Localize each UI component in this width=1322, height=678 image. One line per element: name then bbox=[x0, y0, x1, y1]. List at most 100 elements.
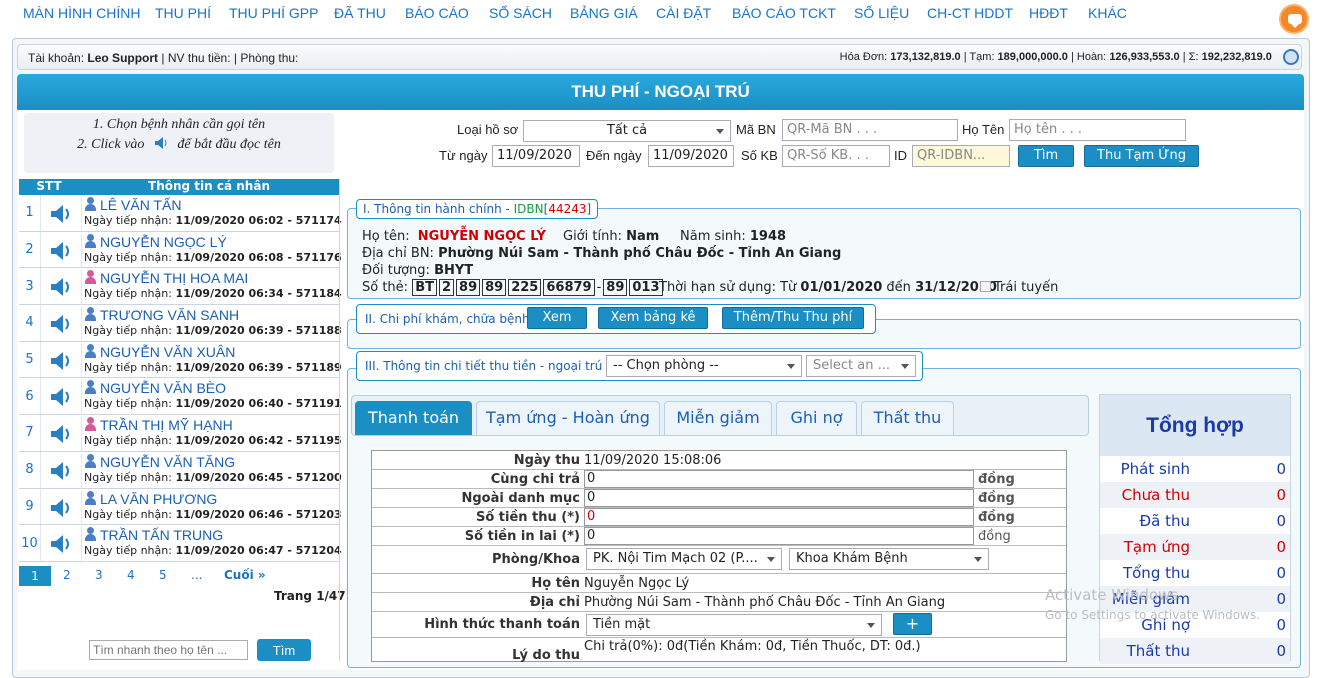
page-1[interactable]: 1 bbox=[19, 566, 51, 586]
reason-value[interactable]: Chi trả(0%): 0đ(Tiền Khám: 0đ, Tiền Thuố… bbox=[584, 639, 921, 654]
card-part: 225 bbox=[508, 279, 542, 296]
record-type-select[interactable]: Tất cả bbox=[523, 120, 731, 142]
nav-item-bao-cao-tckt[interactable]: BÁO CÁO TCKT bbox=[732, 5, 836, 21]
room-dept-dept-select[interactable]: Khoa Khám Bệnh bbox=[789, 548, 989, 570]
name-input[interactable]: Họ tên . . . bbox=[1009, 119, 1186, 141]
speaker-icon[interactable] bbox=[49, 204, 73, 224]
page-2[interactable]: 2 bbox=[63, 568, 71, 582]
select-an[interactable]: Select an ... bbox=[806, 355, 916, 377]
speaker-icon[interactable] bbox=[49, 387, 73, 407]
page-4[interactable]: 4 bbox=[127, 568, 135, 582]
patient-date-line: Ngày tiếp nhận: 11/09/2020 06:39 - 57118… bbox=[84, 361, 342, 374]
col-stt: STT bbox=[36, 179, 62, 193]
nav-item-da-thu[interactable]: ĐÃ THU bbox=[334, 5, 386, 21]
page-last[interactable]: Cuối » bbox=[224, 568, 266, 582]
name-placeholder: Họ tên . . . bbox=[1014, 122, 1082, 137]
payment-method-select[interactable]: Tiền mặt bbox=[586, 614, 882, 636]
chat-icon[interactable] bbox=[1279, 4, 1309, 34]
speaker-icon[interactable] bbox=[49, 241, 73, 261]
nav-item-cai-dat[interactable]: CÀI ĐẶT bbox=[656, 5, 711, 21]
nav-item-ch-ct-hddt[interactable]: CH-CT HDDT bbox=[927, 5, 1013, 21]
speaker-icon[interactable] bbox=[49, 314, 73, 334]
from-date-input[interactable]: 11/09/2020 bbox=[492, 145, 580, 167]
tab-ghi-no[interactable]: Ghi nợ bbox=[776, 401, 857, 435]
speaker-icon[interactable] bbox=[49, 351, 73, 371]
amount-collected-input[interactable]: 0 bbox=[584, 508, 974, 526]
patient-name[interactable]: TRẦN TẤN TRUNG bbox=[84, 527, 339, 543]
patient-name[interactable]: LA VĂN PHƯƠNG bbox=[84, 490, 339, 507]
add-payment-method-button[interactable]: + bbox=[893, 613, 932, 635]
search-button[interactable]: Tìm bbox=[1018, 145, 1074, 167]
patient-name-text: NGUYỄN VĂN TĂNG bbox=[100, 453, 236, 470]
tab-mien-giam[interactable]: Miễn giảm bbox=[664, 401, 772, 435]
page-ellipsis[interactable]: ... bbox=[191, 568, 202, 582]
nav-item-bang-gia[interactable]: BẢNG GIÁ bbox=[570, 5, 638, 21]
patient-name[interactable]: NGUYỄN THỊ HOA MAI bbox=[84, 270, 339, 286]
id-input[interactable]: QR-IDBN... bbox=[912, 145, 1010, 167]
patient-row[interactable]: 10 TRẦN TẤN TRUNG Ngày tiếp nhận: 11/09/20… bbox=[19, 525, 342, 563]
patient-row[interactable]: 4 TRƯƠNG VĂN SANH Ngày tiếp nhận: 11/09/20… bbox=[19, 305, 342, 343]
quick-search-button[interactable]: Tìm bbox=[257, 639, 311, 661]
patient-row[interactable]: 9 LA VĂN PHƯƠNG Ngày tiếp nhận: 11/09/2020… bbox=[19, 488, 342, 527]
patient-code-input[interactable]: QR-Mã BN . . . bbox=[782, 119, 958, 141]
card-part: 89 bbox=[482, 279, 507, 296]
page-5[interactable]: 5 bbox=[159, 568, 167, 582]
patient-name[interactable]: NGUYỄN VĂN XUÂN bbox=[84, 343, 339, 360]
person-icon bbox=[84, 233, 97, 248]
instruction-line-2a: 2. Click vào bbox=[77, 137, 145, 152]
speaker-icon[interactable] bbox=[49, 498, 73, 518]
tab-thanh-toan[interactable]: Thanh toán bbox=[355, 401, 472, 435]
row-phong-khoa: Phòng/Khoa PK. Nội Tim Mạch 02 (P.... Kh… bbox=[372, 546, 1066, 574]
person-icon bbox=[84, 197, 97, 211]
speaker-icon[interactable] bbox=[49, 461, 73, 481]
speaker-icon[interactable] bbox=[49, 424, 73, 444]
nav-item-khac[interactable]: KHÁC bbox=[1088, 5, 1127, 21]
advance-payment-button[interactable]: Thu Tạm Ứng bbox=[1084, 145, 1199, 167]
page-3[interactable]: 3 bbox=[95, 568, 103, 582]
nav-item-man-hinh-chinh[interactable]: MÀN HÌNH CHÍNH bbox=[23, 5, 140, 21]
quick-search-input[interactable] bbox=[89, 640, 248, 660]
room-dept-dept-value: Khoa Khám Bệnh bbox=[796, 551, 908, 566]
tab-tam-ung-hoan-ung[interactable]: Tạm ứng - Hoàn ứng bbox=[476, 401, 660, 435]
visit-number-input[interactable]: QR-Số KB. . . bbox=[782, 145, 890, 167]
off-route-checkbox[interactable] bbox=[980, 281, 991, 292]
speaker-icon[interactable] bbox=[49, 277, 73, 297]
patient-row[interactable]: 1 LÊ VĂN TẤN Ngày tiếp nhận: 11/09/2020 06… bbox=[19, 195, 342, 233]
room-select[interactable]: -- Chọn phòng -- bbox=[606, 355, 802, 377]
view-button[interactable]: Xem bbox=[527, 307, 587, 329]
patient-row[interactable]: 6 NGUYỄN VĂN BÈO Ngày tiếp nhận: 11/09/202… bbox=[19, 378, 342, 417]
settings-icon[interactable] bbox=[1283, 49, 1299, 65]
co-pay-input[interactable]: 0 bbox=[584, 470, 974, 488]
nav-item-so-lieu[interactable]: SỐ LIỆU bbox=[854, 5, 909, 21]
add-fee-button[interactable]: Thêm/Thu Thu phí bbox=[722, 307, 864, 329]
patient-row[interactable]: 7 TRẦN THỊ MỸ HẠNH Ngày tiếp nhận: 11/09/2… bbox=[19, 415, 342, 453]
nav-item-bao-cao[interactable]: BÁO CÁO bbox=[405, 5, 469, 21]
view-statement-button[interactable]: Xem bảng kê bbox=[598, 307, 708, 329]
patient-name-line: Họ tên: NGUYỄN NGỌC LÝ bbox=[362, 229, 546, 244]
reprint-amount-input[interactable]: 0 bbox=[584, 527, 974, 545]
patient-name[interactable]: TRƯƠNG VĂN SANH bbox=[84, 307, 339, 323]
patient-row[interactable]: 5 NGUYỄN VĂN XUÂN Ngày tiếp nhận: 11/09/20… bbox=[19, 341, 342, 380]
patient-name[interactable]: LÊ VĂN TẤN bbox=[84, 197, 339, 213]
patient-row[interactable]: 8 NGUYỄN VĂN TĂNG Ngày tiếp nhận: 11/09/20… bbox=[19, 451, 342, 490]
patient-row[interactable]: 2 NGUYỄN NGỌC LÝ Ngày tiếp nhận: 11/09/202… bbox=[19, 231, 342, 270]
nav-item-so-sach[interactable]: SỔ SÁCH bbox=[489, 5, 552, 21]
tab-that-thu[interactable]: Thất thu bbox=[861, 401, 954, 435]
idbn-label: IDBN bbox=[513, 202, 544, 216]
patient-name[interactable]: NGUYỄN VĂN BÈO bbox=[84, 380, 339, 396]
patient-row[interactable]: 3 NGUYỄN THỊ HOA MAI Ngày tiếp nhận: 11/09… bbox=[19, 268, 342, 307]
nav-item-thu-phi[interactable]: THU PHÍ bbox=[155, 5, 211, 21]
validity-label: Thời hạn sử dụng: Từ bbox=[659, 280, 797, 295]
room-dept-room-select[interactable]: PK. Nội Tim Mạch 02 (P.... bbox=[586, 548, 782, 570]
patient-date-line: Ngày tiếp nhận: 11/09/2020 06:40 - 57119… bbox=[84, 397, 342, 410]
nav-item-thu-phi-gpp[interactable]: THU PHÍ GPP bbox=[229, 5, 318, 21]
speaker-icon[interactable] bbox=[49, 534, 73, 554]
nav-item-hddt[interactable]: HĐĐT bbox=[1029, 5, 1068, 21]
patient-name[interactable]: NGUYỄN NGỌC LÝ bbox=[84, 233, 339, 250]
patient-info: TRẦN TẤN TRUNG Ngày tiếp nhận: 11/09/2020… bbox=[81, 527, 342, 563]
to-date-input[interactable]: 11/09/2020 bbox=[648, 145, 734, 167]
patient-name[interactable]: NGUYỄN VĂN TĂNG bbox=[84, 453, 339, 470]
patient-name[interactable]: TRẦN THỊ MỸ HẠNH bbox=[84, 417, 339, 433]
id-placeholder: QR-IDBN... bbox=[917, 148, 986, 163]
out-of-list-input[interactable]: 0 bbox=[584, 489, 974, 507]
